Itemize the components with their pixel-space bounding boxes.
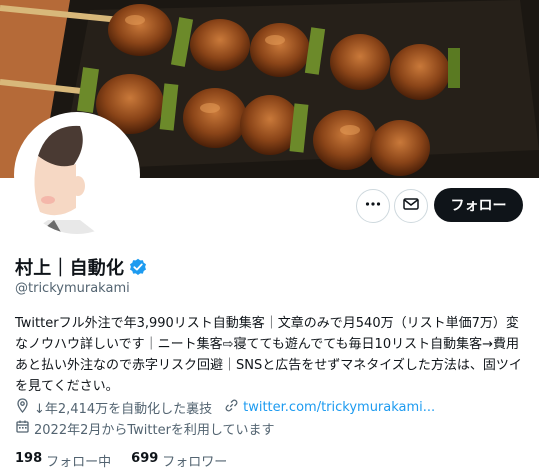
more-icon — [364, 195, 382, 217]
joined-item: 2022年2月からTwitterを利用しています — [15, 419, 275, 438]
display-name: 村上｜自動化 — [15, 258, 125, 279]
profile-bio: Twitterフル外注で年3,990リスト自動集客｜文章のみで月540万（リスト… — [15, 316, 522, 394]
more-button[interactable] — [356, 189, 390, 223]
followers-label: フォロワー — [162, 455, 228, 470]
followers-stat[interactable]: 699 フォロワー — [131, 451, 227, 470]
link-icon — [224, 398, 243, 417]
following-count: 198 — [15, 451, 43, 466]
location-icon — [15, 398, 34, 417]
website-item[interactable]: twitter.com/trickymurakami... — [224, 398, 435, 417]
message-icon — [402, 195, 420, 217]
avatar[interactable] — [14, 112, 140, 238]
calendar-icon — [15, 419, 34, 438]
user-handle: @trickymurakami — [15, 281, 130, 296]
website-link[interactable]: twitter.com/trickymurakami... — [243, 400, 435, 415]
follow-stats: 198 フォロー中 699 フォロワー — [15, 451, 247, 470]
message-button[interactable] — [394, 189, 428, 223]
name-row: 村上｜自動化 — [15, 254, 147, 280]
followers-count: 699 — [131, 451, 159, 466]
following-stat[interactable]: 198 フォロー中 — [15, 451, 111, 470]
profile-meta-row: 2022年2月からTwitterを利用しています — [15, 419, 275, 438]
location-item: ↓年2,414万を自動化した裏技 — [15, 398, 212, 417]
verified-badge-icon — [129, 258, 147, 276]
follow-button[interactable]: フォロー — [434, 188, 523, 222]
following-label: フォロー中 — [46, 455, 112, 470]
joined-text: 2022年2月からTwitterを利用しています — [34, 423, 275, 438]
follow-button-label: フォロー — [450, 198, 507, 214]
profile-meta-row: ↓年2,414万を自動化した裏技 twitter.com/trickymurak… — [15, 398, 435, 417]
location-text: ↓年2,414万を自動化した裏技 — [34, 402, 213, 417]
